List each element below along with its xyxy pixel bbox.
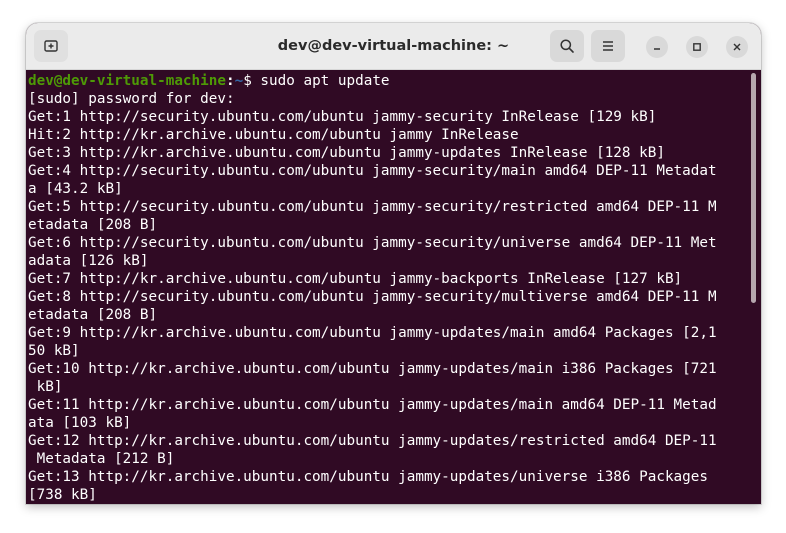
terminal-window: dev@dev-virtual-machine: ~ dev@dev-virtu… (26, 23, 761, 504)
output-line: Get:12 http://kr.archive.ubuntu.com/ubun… (28, 433, 717, 449)
output-line: Get:6 http://security.ubuntu.com/ubuntu … (28, 235, 717, 251)
prompt-path: ~ (234, 73, 244, 89)
prompt-line: dev@dev-virtual-machine:~$ sudo apt upda… (28, 72, 750, 90)
search-button[interactable] (550, 30, 584, 62)
output-line: Get:11 http://kr.archive.ubuntu.com/ubun… (28, 397, 717, 413)
output-line: Get:8 http://security.ubuntu.com/ubuntu … (28, 289, 717, 305)
close-icon (733, 43, 741, 51)
prompt-colon: : (225, 73, 235, 89)
hamburger-menu-icon (603, 41, 613, 51)
output-line: a [43.2 kB] (28, 181, 123, 197)
output-line: [sudo] password for dev: (28, 91, 235, 107)
minimize-icon (654, 48, 660, 50)
terminal-text[interactable]: dev@dev-virtual-machine:~$ sudo apt upda… (28, 72, 750, 504)
title-bar[interactable]: dev@dev-virtual-machine: ~ (26, 23, 761, 70)
maximize-button[interactable] (686, 36, 708, 58)
maximize-icon (693, 43, 701, 51)
prompt-user-host: dev@dev-virtual-machine (28, 73, 226, 89)
close-button[interactable] (726, 36, 748, 58)
terminal-output-area[interactable]: dev@dev-virtual-machine:~$ sudo apt upda… (26, 70, 761, 504)
output-line: Get:7 http://kr.archive.ubuntu.com/ubunt… (28, 271, 683, 287)
output-line: Get:4 http://security.ubuntu.com/ubuntu … (28, 163, 717, 179)
menu-button[interactable] (591, 30, 625, 62)
output-line: Get:1 http://security.ubuntu.com/ubuntu … (28, 109, 657, 125)
output-line: Metadata [212 B] (28, 451, 175, 467)
output-line: etadata [208 B] (28, 307, 158, 323)
new-tab-button[interactable] (34, 30, 68, 62)
output-line: etadata [208 B] (28, 217, 158, 233)
output-line: [738 kB] (28, 487, 97, 503)
output-line: ata [103 kB] (28, 415, 132, 431)
vertical-scrollbar[interactable] (751, 73, 756, 303)
new-tab-icon (44, 40, 58, 52)
output-line: adata [126 kB] (28, 253, 149, 269)
minimize-button[interactable] (646, 36, 668, 58)
output-line: Get:13 http://kr.archive.ubuntu.com/ubun… (28, 469, 708, 485)
output-line: Get:9 http://kr.archive.ubuntu.com/ubunt… (28, 325, 717, 341)
output-line: Hit:2 http://kr.archive.ubuntu.com/ubunt… (28, 127, 519, 143)
prompt-symbol: $ (243, 73, 261, 89)
output-line: Get:10 http://kr.archive.ubuntu.com/ubun… (28, 361, 717, 377)
output-line: Get:5 http://security.ubuntu.com/ubuntu … (28, 199, 717, 215)
output-line: kB] (28, 379, 63, 395)
prompt-command: sudo apt update (260, 73, 390, 89)
output-line: Get:3 http://kr.archive.ubuntu.com/ubunt… (28, 145, 665, 161)
search-icon (560, 39, 574, 53)
output-line: 50 kB] (28, 343, 80, 359)
